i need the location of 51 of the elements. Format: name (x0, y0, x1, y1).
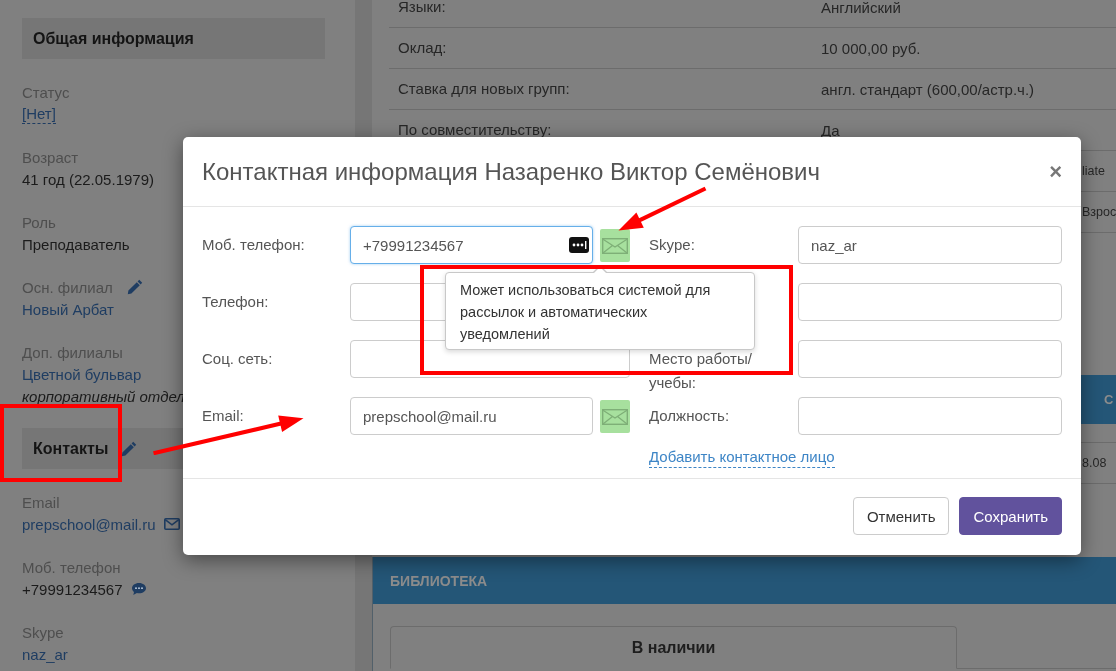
input-field[interactable] (798, 397, 1062, 435)
input-field[interactable]: prepschool@mail.ru (350, 397, 593, 435)
table-cell: Языки: (398, 0, 446, 15)
envelope-icon (602, 237, 628, 254)
field-label: Соц. сеть: (202, 349, 273, 369)
panel-header: С (1081, 375, 1116, 424)
input-field[interactable] (798, 340, 1062, 378)
table-cell: По совместительству: (398, 121, 552, 138)
chat-bubble-icon[interactable] (130, 582, 147, 596)
field-label: Телефон: (202, 292, 269, 312)
input-field[interactable] (798, 283, 1062, 321)
close-button[interactable]: × (1049, 160, 1062, 183)
dots-icon[interactable] (569, 237, 589, 253)
field-value: +79991234567 (22, 580, 123, 598)
mail-button[interactable] (600, 400, 630, 433)
table-cell: Ставка для новых групп: (398, 80, 570, 97)
field-link[interactable]: prepschool@mail.ru (22, 515, 156, 533)
field-label: Должность: (649, 406, 730, 426)
section-title: Общая информация (33, 29, 194, 48)
table-cell: Английский (821, 0, 901, 16)
field-label: Skype: (649, 235, 695, 255)
envelope-icon[interactable] (163, 518, 180, 530)
field-note: корпоративный отдел (22, 387, 185, 405)
field-value: 41 год (22.05.1979) (22, 170, 154, 188)
input-field[interactable]: naz_ar (798, 226, 1062, 264)
section-title: Контакты (33, 439, 109, 458)
pencil-icon[interactable] (126, 279, 143, 295)
table-cell: Взрос (1082, 205, 1116, 219)
add-contact-link[interactable]: Добавить контактное лицо (649, 447, 835, 468)
input-field[interactable]: +79991234567 (350, 226, 593, 264)
field-link[interactable]: [Нет] (22, 104, 56, 124)
cancel-button[interactable]: Отменить (852, 497, 950, 535)
mail-button[interactable] (600, 229, 630, 262)
pencil-icon[interactable] (121, 440, 138, 457)
field-value: Преподаватель (22, 235, 130, 253)
table-cell: 10 000,00 руб. (821, 39, 921, 57)
field-link[interactable]: naz_ar (22, 645, 68, 663)
field-label: Место работы/ учебы: (649, 349, 753, 393)
field-label: Email: (202, 406, 244, 426)
field-link[interactable]: Новый Арбат (22, 300, 114, 318)
panel-header: БИБЛИОТЕКА (373, 557, 1116, 604)
tab[interactable]: В наличии (390, 626, 957, 669)
save-button[interactable]: Сохранить (959, 497, 1062, 535)
dialog-title: Контактная информация Назаренко Виктор Семёнович (202, 157, 820, 186)
field-label: Моб. телефон: (202, 235, 305, 255)
table-cell: англ. стандарт (600,00/астр.ч.) (821, 80, 1035, 98)
envelope-icon (602, 408, 628, 425)
table-cell: 8.08 (1082, 456, 1107, 470)
table-cell: liate (1082, 164, 1105, 178)
field-link[interactable]: Цветной бульвар (22, 365, 142, 383)
table-cell: Оклад: (398, 39, 447, 56)
